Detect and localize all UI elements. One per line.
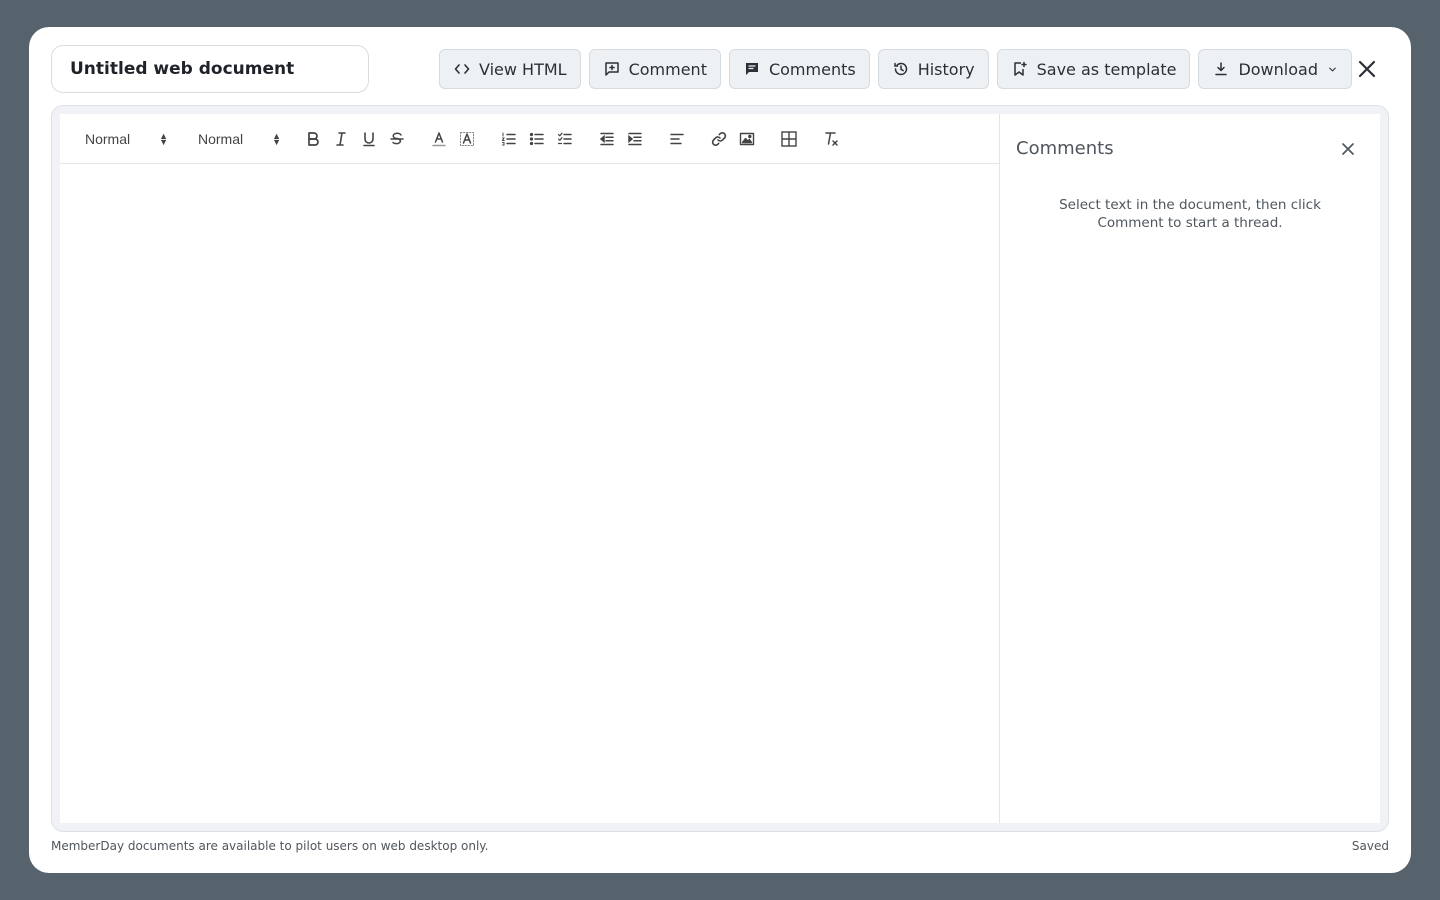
background-color-button[interactable]: [455, 127, 479, 151]
checklist-icon: [557, 132, 572, 144]
comments-panel-title: Comments: [1016, 138, 1114, 159]
checklist-button[interactable]: [553, 127, 577, 151]
bookmark-add-icon: [1013, 61, 1027, 76]
clear-format-icon: [825, 131, 838, 146]
code-icon: [454, 64, 470, 74]
chevron-down-icon: [1329, 67, 1336, 71]
strikethrough-button[interactable]: [385, 127, 409, 151]
download-label: Download: [1238, 59, 1318, 79]
editor-container: Normal ▲ ▼ Normal ▲ ▼ Comments Select te…: [60, 114, 1380, 823]
save-as-template-button[interactable]: Save as template: [996, 49, 1191, 89]
history-button[interactable]: History: [877, 49, 989, 89]
align-left-button[interactable]: [665, 127, 689, 151]
ordered-list-icon: [501, 132, 516, 145]
heading-select[interactable]: Normal ▲ ▼: [82, 131, 168, 147]
history-label: History: [917, 59, 975, 79]
indent-icon: [628, 132, 642, 145]
table-icon: [781, 130, 797, 147]
background-color-icon: [460, 131, 474, 146]
bold-icon: [308, 131, 319, 146]
editor-frame: Normal ▲ ▼ Normal ▲ ▼ Comments Select te…: [51, 105, 1389, 832]
comments-panel: Comments Select text in the document, th…: [1000, 114, 1380, 823]
download-button[interactable]: Download: [1198, 49, 1352, 89]
close-icon: [1342, 143, 1354, 155]
comments-button[interactable]: Comments: [728, 49, 870, 89]
text-color-button[interactable]: [427, 127, 451, 151]
view-html-label: View HTML: [479, 59, 567, 79]
select-arrows-icon: ▲ ▼: [272, 130, 281, 147]
document-editor-modal: View HTML Comment Comments History Save …: [29, 27, 1411, 873]
document-area: Normal ▲ ▼ Normal ▲ ▼: [60, 114, 1000, 823]
italic-icon: [336, 131, 346, 146]
close-comments-panel-button[interactable]: [1340, 141, 1356, 157]
select-arrows-icon: ▲ ▼: [159, 130, 168, 147]
close-modal-button[interactable]: [1355, 57, 1379, 81]
clear-format-button[interactable]: [819, 127, 843, 151]
image-button[interactable]: [735, 127, 759, 151]
italic-button[interactable]: [329, 127, 353, 151]
document-body[interactable]: [60, 164, 999, 823]
align-left-icon: [670, 133, 684, 144]
indent-button[interactable]: [623, 127, 647, 151]
outdent-icon: [599, 132, 614, 145]
comment-label: Comment: [628, 59, 707, 79]
link-button[interactable]: [707, 127, 731, 151]
bullet-list-button[interactable]: [525, 127, 549, 151]
comment-button[interactable]: Comment: [588, 49, 721, 89]
document-title-input[interactable]: [51, 45, 369, 93]
ordered-list-button[interactable]: [497, 127, 521, 151]
bold-button[interactable]: [301, 127, 325, 151]
outdent-button[interactable]: [595, 127, 619, 151]
availability-note: MemberDay documents are available to pil…: [51, 839, 489, 853]
size-select[interactable]: Normal ▲ ▼: [195, 131, 281, 147]
add-comment-icon: [604, 62, 619, 76]
history-icon: [893, 62, 907, 76]
strikethrough-icon: [390, 132, 404, 144]
comments-empty-message: Select text in the document, then click …: [1059, 197, 1321, 231]
bullet-list-icon: [529, 132, 544, 145]
formatting-toolbar: Normal ▲ ▼ Normal ▲ ▼: [60, 114, 999, 164]
download-icon: [1215, 62, 1228, 76]
underline-button[interactable]: [357, 127, 381, 151]
action-bar: View HTML Comment Comments History Save …: [439, 49, 1352, 89]
save-as-template-label: Save as template: [1036, 59, 1177, 79]
comments-label: Comments: [768, 59, 856, 79]
link-icon: [711, 131, 727, 146]
save-status: Saved: [1351, 839, 1389, 853]
close-icon: [1358, 60, 1376, 78]
comments-icon: [745, 63, 758, 75]
heading-select-value: Normal: [85, 130, 131, 147]
table-button[interactable]: [777, 127, 801, 151]
size-select-value: Normal: [198, 130, 244, 147]
image-icon: [739, 132, 755, 145]
text-color-icon: [432, 131, 446, 146]
view-html-button[interactable]: View HTML: [439, 49, 581, 89]
underline-icon: [363, 131, 375, 146]
